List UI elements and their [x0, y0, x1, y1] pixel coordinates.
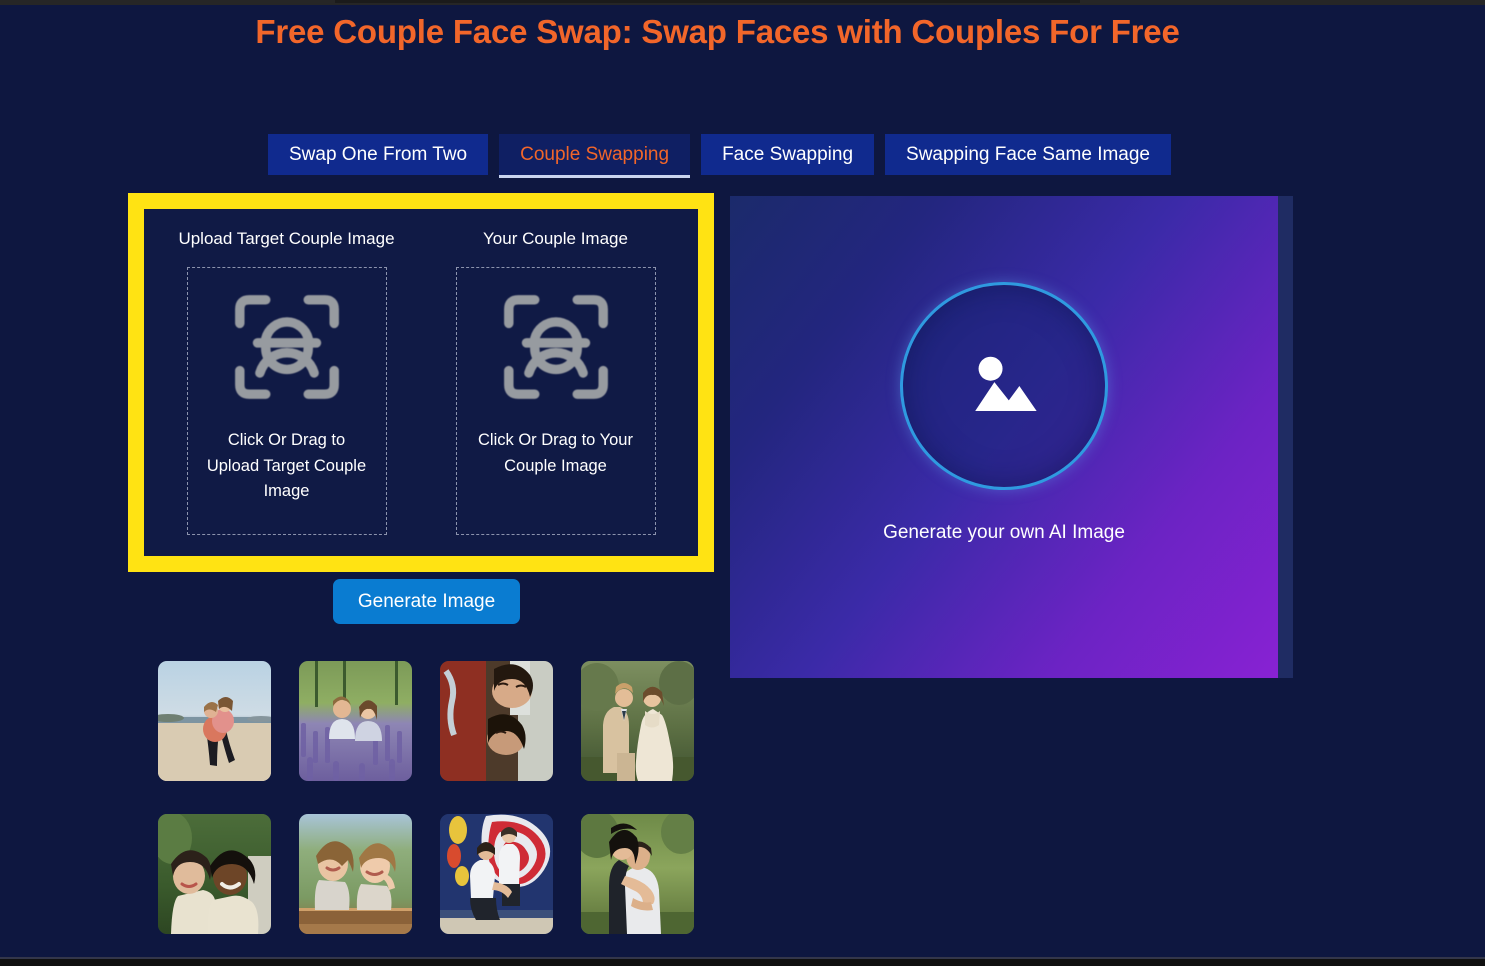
upload-slot-target-title: Upload Target Couple Image	[178, 229, 395, 248]
gallery-thumb-couple-lying-down[interactable]	[440, 661, 553, 781]
page-title: Free Couple Face Swap: Swap Faces with C…	[255, 13, 1180, 50]
browser-chrome-top-inner	[335, 0, 1080, 3]
face-scan-icon	[234, 295, 339, 399]
ai-image-circle	[900, 282, 1108, 490]
gallery-thumb-couple-piggyback-beach[interactable]	[158, 661, 271, 781]
face-scan-icon	[503, 295, 608, 399]
mode-tab-bar: Swap One From Two Couple Swapping Face S…	[268, 134, 1171, 178]
your-couple-dropzone-text: Click Or Drag to Your Couple Image	[478, 431, 633, 475]
app-page: Free Couple Face Swap: Swap Faces with C…	[0, 0, 1485, 966]
your-couple-dropzone[interactable]: Click Or Drag to Your Couple Image	[455, 267, 656, 535]
sample-image-gallery	[158, 661, 694, 934]
ai-panel-caption: Generate your own AI Image	[883, 522, 1125, 543]
upload-slot-your-title: Your Couple Image	[483, 229, 628, 248]
upload-card: Upload Target Couple Image Click Or Drag…	[128, 193, 714, 572]
tab-swapping-face-same-image[interactable]: Swapping Face Same Image	[885, 134, 1171, 175]
gallery-thumb-wedding-couple-garden[interactable]	[581, 661, 694, 781]
browser-chrome-top	[0, 0, 1485, 5]
upload-slot-your: Your Couple Image Click Or Drag to Your …	[431, 229, 680, 536]
upload-slot-target: Upload Target Couple Image Click Or Drag…	[162, 229, 411, 536]
gallery-thumb-teens-graffiti-wall[interactable]	[440, 814, 553, 934]
tab-swap-one-from-two[interactable]: Swap One From Two	[268, 134, 489, 175]
gallery-thumb-couple-hug-park[interactable]	[581, 814, 694, 934]
ai-panel-right-edge	[1278, 196, 1293, 678]
browser-chrome-bottom	[0, 959, 1485, 966]
gallery-thumb-couple-portrait-park[interactable]	[158, 814, 271, 934]
tab-face-swapping[interactable]: Face Swapping	[701, 134, 875, 175]
image-placeholder-icon	[975, 356, 1037, 411]
gallery-thumb-two-children-bench[interactable]	[299, 814, 412, 934]
gallery-thumb-couple-lavender-field[interactable]	[299, 661, 412, 781]
tab-couple-swapping[interactable]: Couple Swapping	[499, 134, 691, 178]
upload-card-inner: Upload Target Couple Image Click Or Drag…	[144, 209, 698, 556]
target-couple-dropzone-text: Click Or Drag to Upload Target Couple Im…	[206, 431, 367, 501]
ai-image-generate-area[interactable]: Generate your own AI Image	[730, 196, 1278, 678]
generate-image-button[interactable]: Generate Image	[333, 579, 520, 624]
ai-image-panel: Generate your own AI Image	[730, 196, 1293, 678]
target-couple-dropzone[interactable]: Click Or Drag to Upload Target Couple Im…	[186, 267, 387, 535]
